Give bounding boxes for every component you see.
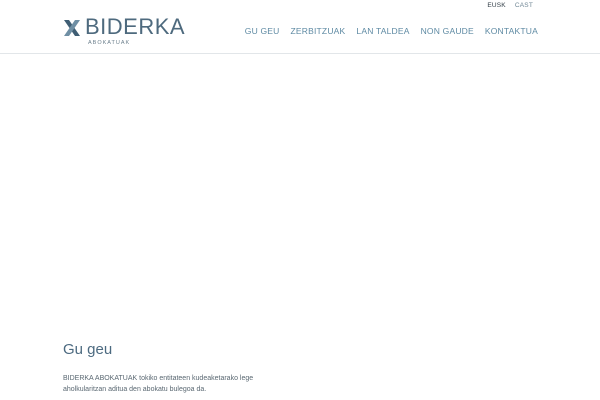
about-section: Gu geu BIDERKA ABOKATUAK tokiko entitate… — [63, 340, 323, 395]
nav-item-zerbitzuak[interactable]: ZERBITZUAK — [291, 25, 346, 37]
section-body: BIDERKA ABOKATUAK tokiko entitateen kude… — [63, 375, 254, 393]
language-switcher: EUSK CAST — [487, 2, 533, 9]
site-logo[interactable]: BIDERKA ABOKATUAK — [64, 14, 194, 50]
logo-tagline: ABOKATUAK — [88, 40, 131, 46]
page: BIDERKA ABOKATUAK EUSK CAST GU GEU ZERBI… — [0, 0, 600, 400]
section-title: Gu geu — [63, 341, 113, 358]
x-logo-icon — [64, 20, 80, 36]
nav-item-non-gaude[interactable]: NON GAUDE — [421, 25, 474, 37]
nav-item-lan-taldea[interactable]: LAN TALDEA — [356, 25, 409, 37]
hero-banner — [0, 54, 600, 324]
main-nav: GU GEU ZERBITZUAK LAN TALDEA NON GAUDE K… — [245, 25, 538, 37]
language-eusk[interactable]: EUSK — [487, 2, 506, 9]
language-cast[interactable]: CAST — [515, 2, 533, 9]
nav-item-kontaktua[interactable]: KONTAKTUA — [485, 25, 538, 37]
site-header: BIDERKA ABOKATUAK EUSK CAST GU GEU ZERBI… — [0, 0, 600, 54]
nav-item-gu-geu[interactable]: GU GEU — [245, 25, 280, 37]
logo-name: BIDERKA — [85, 14, 186, 39]
